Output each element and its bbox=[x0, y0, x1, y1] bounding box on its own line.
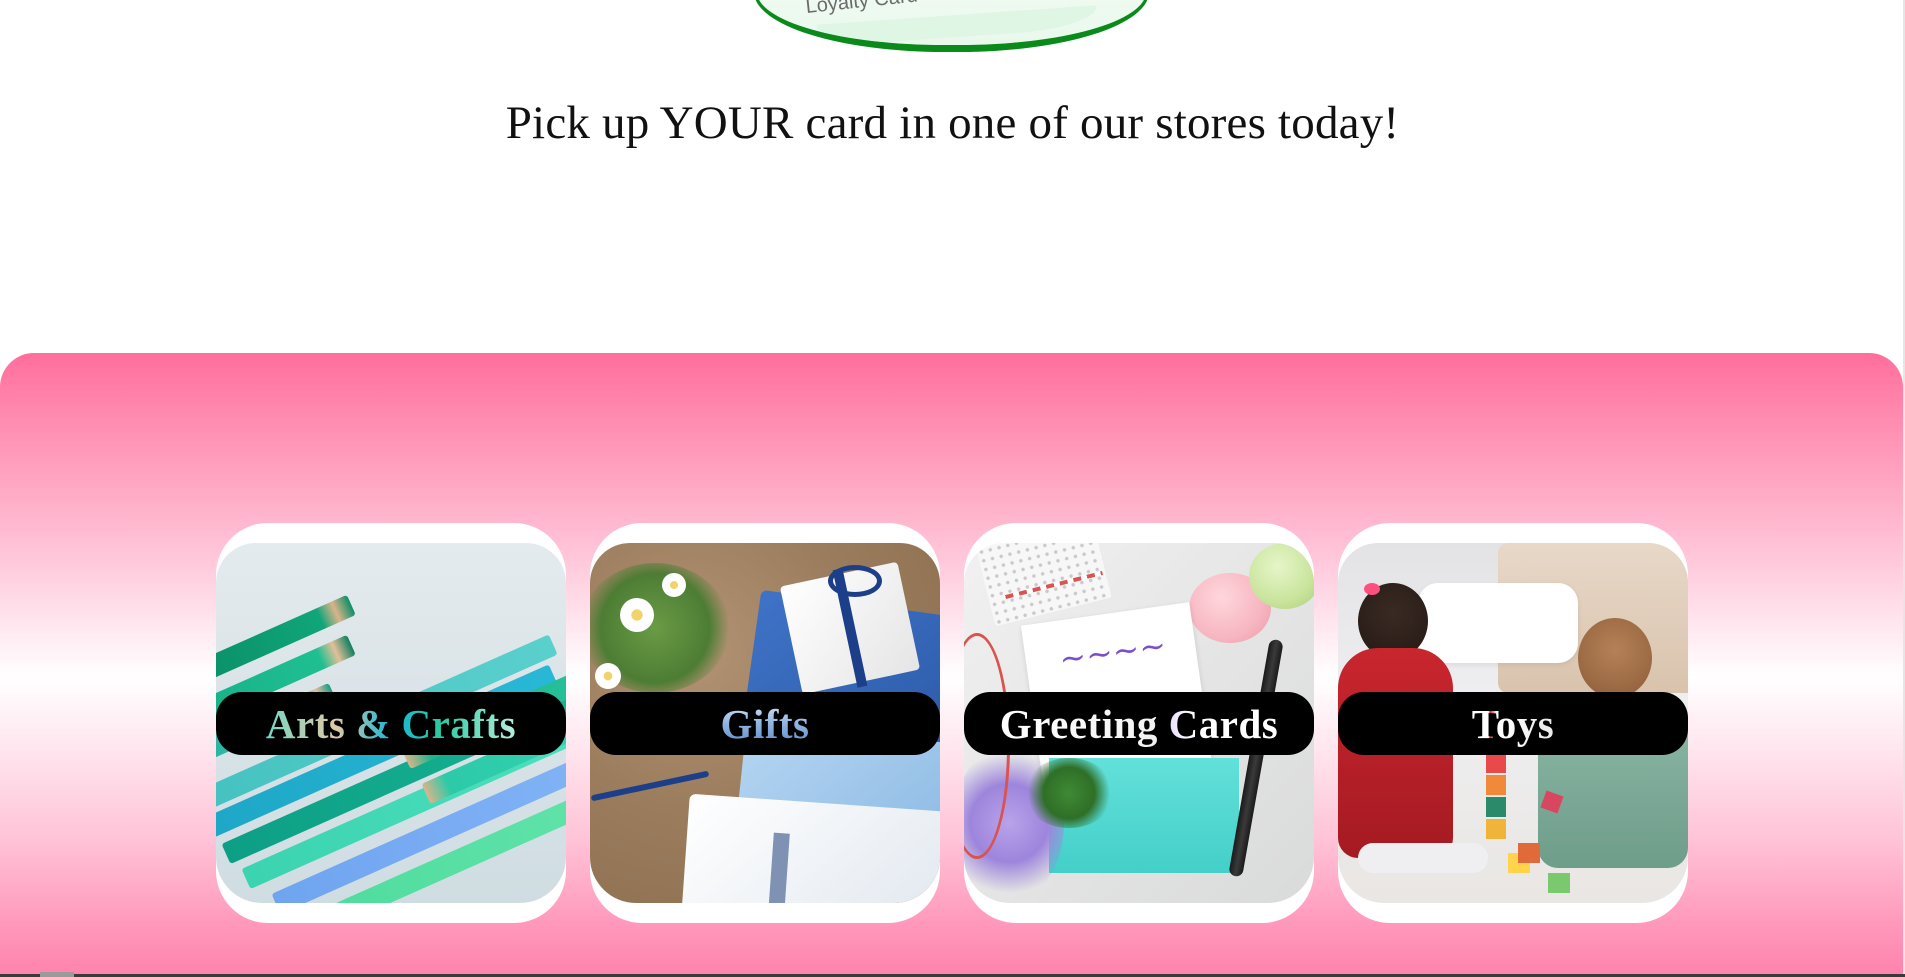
loyalty-card-image: Loyalty Card bbox=[754, 0, 1149, 52]
toy-block-shape bbox=[1486, 797, 1506, 817]
pillow-shape bbox=[1418, 583, 1578, 663]
loyalty-card-label: Loyalty Card bbox=[804, 0, 919, 19]
hair-bow-shape bbox=[1364, 583, 1380, 595]
girl-legs-shape bbox=[1358, 843, 1488, 873]
category-tile-toys[interactable]: Toys bbox=[1338, 523, 1688, 923]
category-label-arts-crafts: Arts & Crafts bbox=[265, 700, 517, 747]
flower-shape bbox=[595, 663, 621, 689]
leaves-shape bbox=[1024, 758, 1114, 828]
flower-shape bbox=[620, 598, 654, 632]
toy-block-shape bbox=[1548, 873, 1570, 893]
category-label-band: Gifts bbox=[590, 692, 940, 755]
category-label-toys: Toys bbox=[1471, 700, 1555, 747]
category-tile-greeting-cards[interactable]: ~~~~ Greeting Cards bbox=[964, 523, 1314, 923]
bottom-scroll-nub bbox=[40, 972, 74, 977]
toy-block-shape bbox=[1486, 753, 1506, 773]
category-tile-arts-crafts[interactable]: Arts & Crafts bbox=[216, 523, 566, 923]
category-label-band: Toys bbox=[1338, 692, 1688, 755]
page: Loyalty Card Pick up YOUR card in one of… bbox=[0, 0, 1905, 977]
macaron-green-shape bbox=[1249, 543, 1314, 609]
category-label-band: Greeting Cards bbox=[964, 692, 1314, 755]
white-box-shape bbox=[680, 793, 940, 903]
category-label-greeting-cards: Greeting Cards bbox=[999, 700, 1279, 747]
category-label-gifts: Gifts bbox=[720, 700, 810, 747]
bow-shape bbox=[828, 565, 882, 597]
flower-shape bbox=[662, 573, 686, 597]
toy-block-shape bbox=[1486, 819, 1506, 839]
toy-block-shape bbox=[1486, 775, 1506, 795]
promo-heading: Pick up YOUR card in one of our stores t… bbox=[505, 97, 1400, 149]
boy-head-shape bbox=[1578, 618, 1652, 698]
category-label-band: Arts & Crafts bbox=[216, 692, 566, 755]
toy-block-shape bbox=[1518, 843, 1540, 863]
category-tile-gifts[interactable]: Gifts bbox=[590, 523, 940, 923]
